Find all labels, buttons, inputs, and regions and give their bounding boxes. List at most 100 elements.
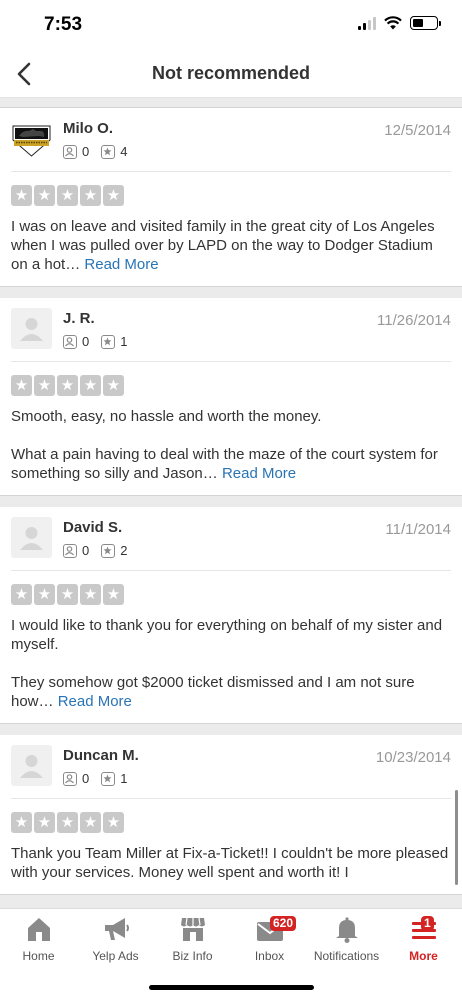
user-name[interactable]: J. R. [63, 310, 95, 327]
user-avatar[interactable] [11, 517, 52, 558]
nav-bar: Not recommended [0, 50, 462, 98]
status-bar: 7:53 [0, 0, 462, 50]
review-count-icon [101, 543, 116, 558]
inbox-badge: 620 [270, 916, 297, 931]
star-icon: ★ [34, 812, 55, 833]
review-text: I was on leave and visited family in the… [11, 206, 451, 286]
status-time: 7:53 [44, 14, 83, 35]
friends-icon [63, 543, 77, 558]
star-icon: ★ [80, 185, 101, 206]
page-title: Not recommended [151, 63, 311, 83]
star-icon: ★ [11, 185, 32, 206]
star-icon: ★ [103, 375, 124, 396]
review-list[interactable]: Milo O. 12/5/2014 0 4 ★ ★ ★ ★ ★ I was on… [0, 98, 462, 908]
review-header: Duncan M. 10/23/2014 0 1 [11, 735, 451, 799]
scrollbar-thumb[interactable] [455, 790, 458, 885]
friends-count: 0 [82, 144, 90, 159]
default-avatar-icon [20, 318, 43, 341]
star-rating: ★ ★ ★ ★ ★ [11, 172, 451, 206]
review-count: 1 [120, 334, 128, 349]
star-rating: ★ ★ ★ ★ ★ [11, 571, 451, 605]
review-count-icon [101, 334, 116, 349]
tab-label: Home [22, 949, 55, 963]
review-text: I would like to thank you for everything… [11, 605, 451, 723]
review-card: Milo O. 12/5/2014 0 4 ★ ★ ★ ★ ★ I was on… [0, 108, 462, 287]
review-text: Thank you Team Miller at Fix-a-Ticket!! … [11, 833, 451, 894]
read-more-link[interactable]: Read More [58, 693, 132, 710]
review-count-icon [101, 771, 116, 786]
review-header: Milo O. 12/5/2014 0 4 [11, 108, 451, 172]
star-icon: ★ [80, 584, 101, 605]
tab-label: Notifications [313, 949, 380, 963]
tab-notifications[interactable]: Notifications [308, 909, 385, 969]
star-icon: ★ [103, 584, 124, 605]
tab-label: More [409, 949, 438, 963]
star-icon: ★ [103, 185, 124, 206]
user-name[interactable]: David S. [63, 519, 122, 536]
default-avatar-icon [20, 755, 43, 778]
star-rating: ★ ★ ★ ★ ★ [11, 362, 451, 396]
user-avatar[interactable] [11, 745, 52, 786]
diamond-dogs-logo [12, 125, 51, 157]
review-date: 10/23/2014 [375, 749, 451, 766]
star-icon: ★ [34, 375, 55, 396]
user-avatar[interactable] [11, 308, 52, 349]
read-more-link[interactable]: Read More [222, 465, 296, 482]
tab-inbox[interactable]: 620 Inbox [231, 909, 308, 969]
star-icon: ★ [34, 185, 55, 206]
wifi-icon [384, 16, 402, 30]
star-icon: ★ [11, 375, 32, 396]
tab-label: Inbox [254, 949, 285, 963]
review-card: J. R. 11/26/2014 0 1 ★ ★ ★ ★ ★ Smooth, e… [0, 298, 462, 496]
user-name[interactable]: Duncan M. [63, 747, 139, 764]
megaphone-icon [77, 911, 154, 943]
review-header: David S. 11/1/2014 0 2 [11, 507, 451, 571]
user-stats: 0 1 [63, 771, 139, 786]
friends-icon [63, 771, 77, 786]
bell-icon [308, 911, 385, 943]
tab-more[interactable]: 1 More [385, 909, 462, 969]
more-badge: 1 [421, 916, 434, 931]
review-count: 4 [120, 144, 128, 159]
review-date: 12/5/2014 [384, 122, 451, 139]
star-icon: ★ [11, 812, 32, 833]
friends-icon [63, 144, 77, 159]
star-icon: ★ [103, 812, 124, 833]
user-stats: 0 4 [63, 144, 139, 159]
user-name[interactable]: Milo O. [63, 120, 113, 137]
tab-home[interactable]: Home [0, 909, 77, 969]
tab-biz-info[interactable]: Biz Info [154, 909, 231, 969]
home-indicator[interactable] [149, 985, 314, 990]
user-stats: 0 2 [63, 543, 139, 558]
star-icon: ★ [34, 584, 55, 605]
battery-icon [410, 16, 441, 30]
user-avatar[interactable] [11, 118, 52, 159]
review-date: 11/1/2014 [385, 521, 451, 538]
review-date: 11/26/2014 [377, 312, 451, 329]
mail-icon: 620 [231, 911, 308, 943]
star-icon: ★ [11, 584, 32, 605]
review-count: 2 [120, 543, 128, 558]
list-top-spacer [0, 98, 462, 108]
friends-count: 0 [82, 771, 90, 786]
menu-icon: 1 [385, 911, 462, 943]
star-icon: ★ [57, 185, 78, 206]
default-avatar-icon [20, 527, 43, 550]
review-body: Thank you Team Miller at Fix-a-Ticket!! … [11, 845, 449, 881]
star-icon: ★ [57, 584, 78, 605]
review-card: David S. 11/1/2014 0 2 ★ ★ ★ ★ ★ I would… [0, 507, 462, 724]
home-icon [0, 911, 77, 943]
storefront-icon [154, 911, 231, 943]
friends-count: 0 [82, 543, 90, 558]
review-header: J. R. 11/26/2014 0 1 [11, 298, 451, 362]
star-rating: ★ ★ ★ ★ ★ [11, 799, 451, 833]
friends-icon [63, 334, 77, 349]
review-text: Smooth, easy, no hassle and worth the mo… [11, 396, 451, 495]
star-icon: ★ [57, 375, 78, 396]
friends-count: 0 [82, 334, 90, 349]
tab-yelp-ads[interactable]: Yelp Ads [77, 909, 154, 969]
review-count-icon [101, 144, 116, 159]
star-icon: ★ [57, 812, 78, 833]
read-more-link[interactable]: Read More [84, 256, 158, 273]
tab-label: Yelp Ads [92, 949, 139, 963]
